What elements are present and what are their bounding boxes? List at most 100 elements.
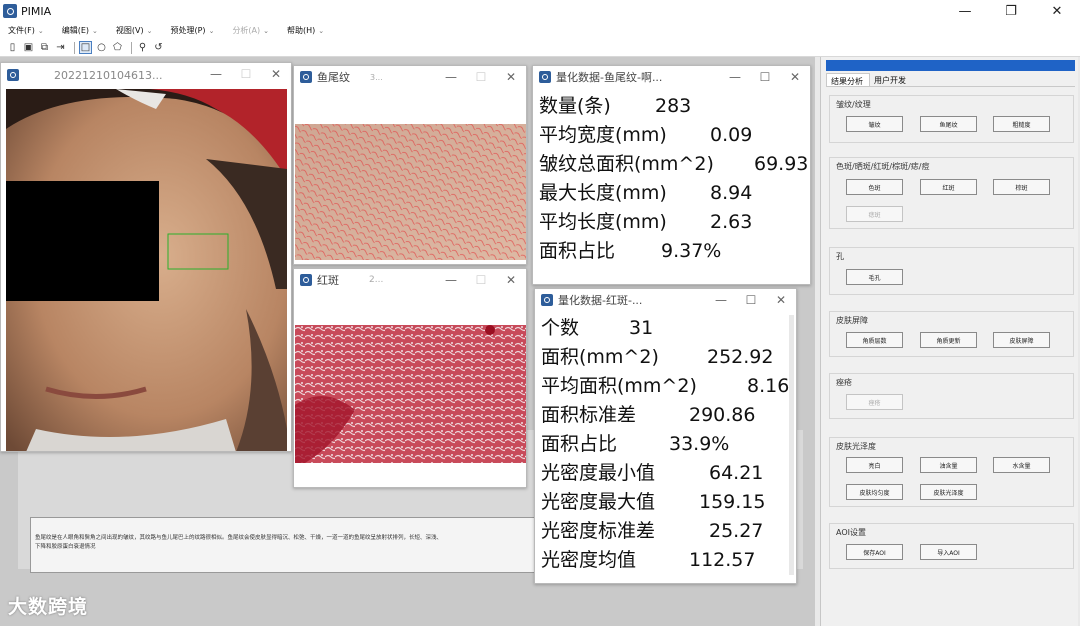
columns-icon[interactable]: ▯ (6, 41, 19, 54)
maximize-button[interactable]: ☐ (466, 70, 496, 84)
description-line: 鱼尾纹是在人眼角和鬓角之间出现的皱纹，其纹路与鱼儿尾巴上的纹路很相似。鱼尾纹会使… (35, 535, 443, 541)
data-row: 面积占比 33.9% (541, 430, 792, 459)
mole-button[interactable]: 痣斑 (846, 206, 903, 222)
group-aoi: AOI设置 保存AOI 导入AOI (829, 523, 1074, 569)
close-button[interactable]: ✕ (496, 273, 526, 287)
minimize-button[interactable]: — (942, 0, 988, 22)
menu-analysis[interactable]: 分析(A) ⌄ (232, 25, 269, 36)
erythema-image-window[interactable]: 红斑 2... — ☐ ✕ (293, 268, 527, 488)
close-button[interactable]: ✕ (496, 70, 526, 84)
group-wrinkle: 皱纹/纹理 皱纹 鱼尾纹 粗糙度 (829, 95, 1074, 143)
tab-result-analysis[interactable]: 结果分析 (826, 73, 870, 86)
window-titlebar[interactable]: 量化数据-鱼尾纹-啊... — ☐ ✕ (533, 66, 810, 88)
data-row: 平均长度(mm) 2.63 (539, 208, 806, 237)
panel-tabs: 结果分析 用户开发 (826, 73, 1075, 87)
data-value: 64.21 (709, 462, 764, 484)
save-aoi-button[interactable]: 保存AOI (846, 544, 903, 560)
maximize-button[interactable]: ☐ (231, 67, 261, 81)
export-icon[interactable]: ⇥ (54, 41, 67, 54)
window-title: 量化数据-鱼尾纹-啊... (556, 71, 663, 84)
face-image-window[interactable]: 20221210104613... — ☐ ✕ (0, 62, 292, 452)
data-row: 最大长度(mm) 8.94 (539, 179, 806, 208)
menu-view[interactable]: 视图(V) ⌄ (116, 25, 153, 36)
roughness-button[interactable]: 粗糙度 (993, 116, 1050, 132)
import-aoi-button[interactable]: 导入AOI (920, 544, 977, 560)
stratum-layers-button[interactable]: 角质层数 (846, 332, 903, 348)
brown-spot-button[interactable]: 棕斑 (993, 179, 1050, 195)
right-panel: 结果分析 用户开发 皱纹/纹理 皱纹 鱼尾纹 粗糙度 色斑/晒斑/红斑/棕斑/痣… (820, 57, 1078, 626)
maximize-button[interactable]: ☐ (750, 70, 780, 84)
window-title-extra: 2... (369, 275, 384, 285)
window-titlebar[interactable]: 量化数据-红斑-... — ☐ ✕ (535, 289, 796, 311)
erythema-analysis-image[interactable] (295, 325, 527, 463)
face-photo[interactable] (6, 89, 287, 452)
window-titlebar[interactable]: 鱼尾纹 3... — ☐ ✕ (294, 66, 526, 88)
group-gloss: 皮肤光泽度 亮白 油含量 水含量 皮肤均匀度 皮肤光泽度 (829, 437, 1074, 507)
pigment-spot-button[interactable]: 色斑 (846, 179, 903, 195)
group-title: 皮肤光泽度 (836, 442, 876, 451)
data-key: 平均面积(mm^2) (541, 375, 697, 397)
menu-preprocess[interactable]: 预处理(P) ⌄ (170, 25, 214, 36)
data-value: 0.09 (710, 124, 753, 146)
data-row: 面积标准差 290.86 (541, 401, 792, 430)
save-icon[interactable]: ▣ (22, 41, 35, 54)
rotate-icon[interactable]: ↺ (152, 41, 165, 54)
close-button[interactable]: ✕ (766, 293, 796, 307)
data-value: 8.94 (710, 182, 753, 204)
data-value: 252.92 (707, 346, 774, 368)
minimize-button[interactable]: — (436, 273, 466, 287)
menu-edit[interactable]: 编辑(E) ⌄ (62, 25, 98, 36)
quant-data-list: 数量(条) 283 平均宽度(mm) 0.09 皱纹总面积(mm^2) 69.93 最… (539, 92, 808, 284)
stratum-renewal-button[interactable]: 角质更新 (920, 332, 977, 348)
close-button[interactable]: ✕ (261, 67, 291, 81)
toolbar: ▯ ▣ ⧉ ⇥ □ ○ ⬠ ⚲ ↺ (0, 39, 1080, 57)
data-row: 光密度均值 112.57 (541, 546, 792, 575)
acne-button[interactable]: 痤疮 (846, 394, 903, 410)
minimize-button[interactable]: — (706, 293, 736, 307)
wrinkle-button[interactable]: 皱纹 (846, 116, 903, 132)
tab-user-dev[interactable]: 用户开发 (870, 73, 912, 86)
maximize-button[interactable]: ☐ (736, 293, 766, 307)
window-titlebar[interactable]: 红斑 2... — ☐ ✕ (294, 269, 526, 291)
minimize-button[interactable]: — (720, 70, 750, 84)
crowsfeet-button[interactable]: 鱼尾纹 (920, 116, 977, 132)
menu-file[interactable]: 文件(F) ⌄ (8, 25, 44, 36)
close-button[interactable]: ✕ (1034, 0, 1080, 22)
skin-evenness-button[interactable]: 皮肤均匀度 (846, 484, 903, 500)
copy-icon[interactable]: ⧉ (38, 41, 51, 54)
whitening-button[interactable]: 亮白 (846, 457, 903, 473)
window-title-extra: 3... (370, 72, 383, 82)
skin-barrier-button[interactable]: 皮肤屏障 (993, 332, 1050, 348)
vertical-scrollbar[interactable] (789, 315, 794, 575)
group-barrier: 皮肤屏障 角质层数 角质更新 皮肤屏障 (829, 311, 1074, 357)
pore-button[interactable]: 毛孔 (846, 269, 903, 285)
close-button[interactable]: ✕ (780, 70, 810, 84)
app-logo-icon (541, 294, 553, 306)
data-key: 个数 (541, 317, 580, 339)
menu-help[interactable]: 帮助(H) ⌄ (287, 25, 324, 36)
panel-header-bar (826, 60, 1075, 71)
watermark-logo: 大数跨境 (8, 596, 89, 618)
circle-select-icon[interactable]: ○ (95, 41, 108, 54)
zoom-icon[interactable]: ⚲ (136, 41, 149, 54)
crowsfeet-analysis-image[interactable] (295, 124, 527, 260)
polygon-select-icon[interactable]: ⬠ (111, 41, 124, 54)
window-title: 量化数据-红斑-... (558, 294, 643, 307)
skin-gloss-button[interactable]: 皮肤光泽度 (920, 484, 977, 500)
oil-content-button[interactable]: 油含量 (920, 457, 977, 473)
menu-label: 编辑(E) (61, 26, 90, 35)
menu-label: 文件(F) (8, 26, 35, 35)
maximize-button[interactable]: ❐ (988, 0, 1034, 22)
maximize-button[interactable]: ☐ (466, 273, 496, 287)
window-titlebar[interactable]: 20221210104613... — ☐ ✕ (1, 63, 291, 87)
quant-erythema-window[interactable]: 量化数据-红斑-... — ☐ ✕ 个数 31 面积(mm^2) 252.92 平均… (534, 288, 797, 584)
crowsfeet-image-window[interactable]: 鱼尾纹 3... — ☐ ✕ (293, 65, 527, 265)
rectangle-select-icon[interactable]: □ (79, 41, 92, 54)
water-content-button[interactable]: 水含量 (993, 457, 1050, 473)
menu-label: 分析(A) (232, 26, 261, 35)
erythema-button[interactable]: 红斑 (920, 179, 977, 195)
data-value: 2.63 (710, 211, 753, 233)
quant-crowsfeet-window[interactable]: 量化数据-鱼尾纹-啊... — ☐ ✕ 数量(条) 283 平均宽度(mm) 0.0… (532, 65, 811, 285)
minimize-button[interactable]: — (201, 67, 231, 81)
minimize-button[interactable]: — (436, 70, 466, 84)
